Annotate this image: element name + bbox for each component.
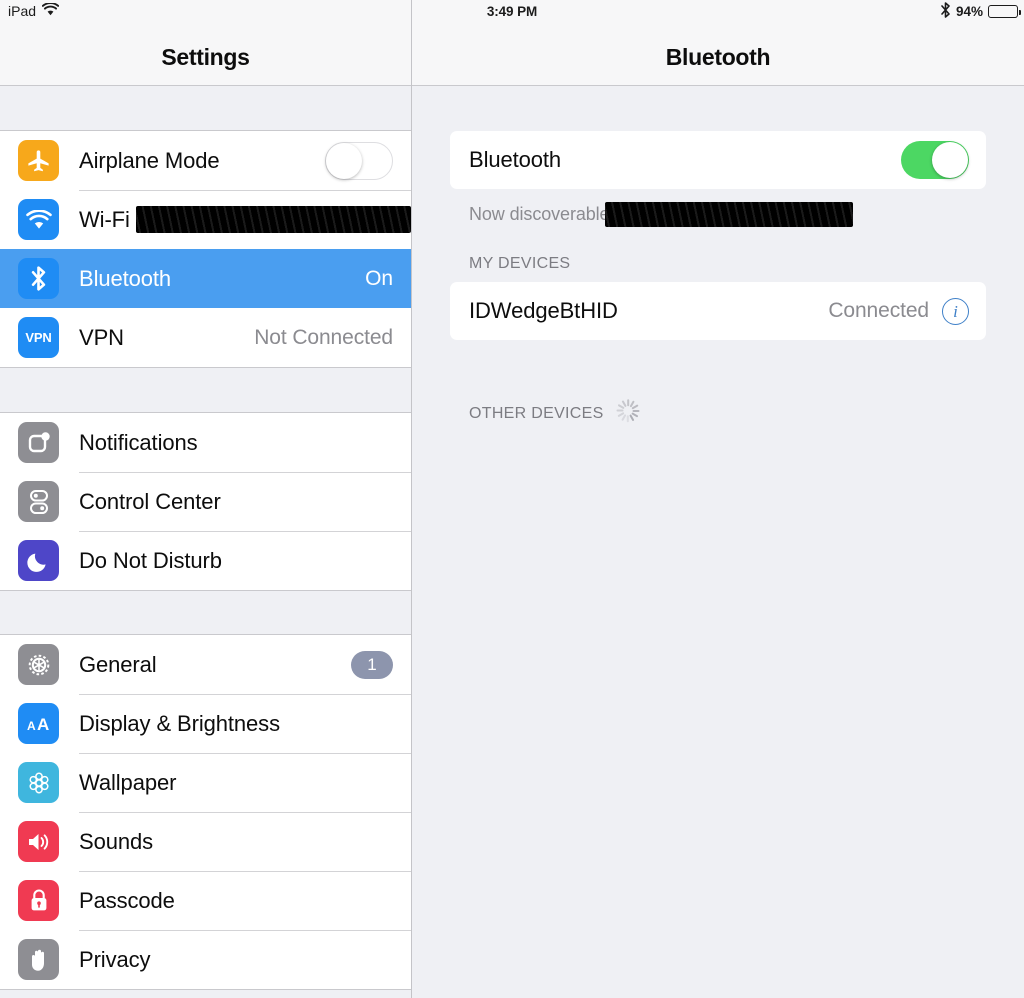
discoverable-name-redaction [605,201,854,227]
device-name: IDWedgeBtHID [469,298,618,323]
sidebar-group-system: General 1 A A Display & Brightness Wallp… [0,634,411,990]
my-devices-header-label: MY DEVICES [469,255,571,272]
my-devices-card: IDWedgeBtHID Connected i [450,282,986,340]
discoverable-text: Now discoverable [469,203,610,224]
sidebar-item-label: Bluetooth [79,265,172,291]
bluetooth-icon [18,258,59,299]
other-devices-header-label: OTHER DEVICES [469,405,604,422]
sidebar-item-label: VPN [79,324,124,350]
sidebar-item-vpn[interactable]: VPN VPN Not Connected [0,308,411,367]
sidebar-item-do-not-disturb[interactable]: Do Not Disturb [0,531,411,590]
sidebar-item-display-brightness[interactable]: A A Display & Brightness [0,694,411,753]
lock-icon [18,880,59,921]
airplane-mode-toggle[interactable] [325,141,393,180]
sidebar-item-control-center[interactable]: Control Center [0,472,411,531]
sidebar-item-wallpaper[interactable]: Wallpaper [0,753,411,812]
bluetooth-toggle-row[interactable]: Bluetooth [450,131,986,189]
bluetooth-toggle-wrap [901,141,969,179]
vpn-icon: VPN [18,317,59,358]
bluetooth-toggle[interactable] [901,141,969,179]
airplane-icon [18,140,59,181]
sidebar-item-label: Do Not Disturb [79,547,222,573]
sidebar-item-label: Wallpaper [79,769,177,795]
sidebar-item-label: Wi-Fi [79,206,130,232]
other-devices-header: OTHER DEVICES [450,399,986,425]
wifi-value-redaction [135,206,411,233]
control-center-icon [18,481,59,522]
sidebar-item-wifi[interactable]: Wi-Fi [0,190,411,249]
device-status: Connected [828,299,929,322]
sidebar-item-label: General [79,651,157,677]
svg-text:A: A [27,719,36,733]
general-badge: 1 [351,650,393,679]
my-devices-header: MY DEVICES [450,255,986,273]
svg-text:A: A [37,715,49,734]
sidebar-item-privacy[interactable]: Privacy [0,930,411,989]
sidebar-item-value: Not Connected [254,325,393,349]
sidebar-item-value: On [365,266,393,290]
sidebar-item-sounds[interactable]: Sounds [0,812,411,871]
loading-spinner-icon [616,399,639,425]
moon-icon [18,540,59,581]
status-bar: iPad 3:49 PM 94% [0,0,1024,22]
bluetooth-detail-panel: Bluetooth Bluetooth Now discoverable MY … [412,0,1024,998]
detail-body: Bluetooth Now discoverable MY DEVICES ID… [412,86,1024,425]
settings-sidebar: Settings Airplane Mode Wi-Fi Bluetooth O… [0,0,412,998]
battery-full-icon [988,4,1021,18]
device-right: Connected i [828,297,969,325]
group-spacer [0,86,411,130]
wallpaper-icon [18,762,59,803]
page-title: Settings [161,44,250,70]
sidebar-item-label: Passcode [79,887,175,913]
gear-icon [18,644,59,685]
notifications-icon [18,422,59,463]
sidebar-item-label: Privacy [79,946,151,972]
hand-icon [18,939,59,980]
discoverable-line: Now discoverable [450,200,986,228]
sidebar-group-alerts: Notifications Control Center Do Not Dist… [0,412,411,591]
sidebar-item-label: Sounds [79,828,154,854]
sidebar-item-bluetooth[interactable]: Bluetooth On [0,249,411,308]
info-circle-icon[interactable]: i [942,297,969,325]
sidebar-item-notifications[interactable]: Notifications [0,413,411,472]
sidebar-item-general[interactable]: General 1 [0,635,411,694]
group-spacer [0,368,411,412]
speaker-icon [18,821,59,862]
sidebar-group-connectivity: Airplane Mode Wi-Fi Bluetooth On VPN VPN… [0,130,411,368]
group-spacer [0,591,411,634]
clock: 3:49 PM [486,3,538,19]
display-brightness-icon: A A [18,703,59,744]
bluetooth-toggle-card: Bluetooth [450,131,986,189]
sidebar-item-label: Airplane Mode [79,147,220,173]
detail-title: Bluetooth [665,44,771,70]
battery-percent: 94% [955,3,983,19]
sidebar-item-airplane-mode[interactable]: Airplane Mode [0,131,411,190]
sidebar-item-label: Control Center [79,488,221,514]
bluetooth-label: Bluetooth [469,147,562,172]
status-bar-right: 94% [940,1,1021,21]
device-row[interactable]: IDWedgeBtHID Connected i [450,282,986,340]
wifi-icon [18,199,59,240]
ipad-settings-screen: iPad 3:49 PM 94% Settings Airplane Mode … [0,0,1024,998]
sidebar-item-label: Display & Brightness [79,710,280,736]
bluetooth-icon [940,1,951,21]
sidebar-item-passcode[interactable]: Passcode [0,871,411,930]
sidebar-item-label: Notifications [79,429,198,455]
